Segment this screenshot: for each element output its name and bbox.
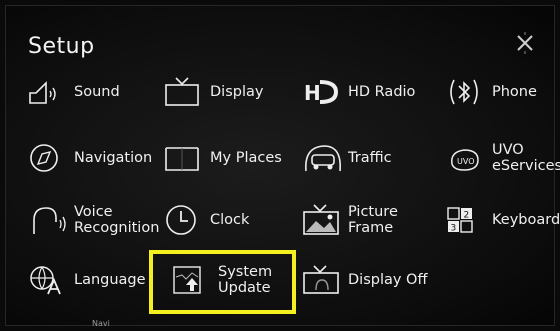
- close-button[interactable]: [514, 32, 536, 54]
- voice-head-icon: [28, 202, 74, 238]
- menu-item-display[interactable]: Display: [164, 68, 263, 116]
- svg-text:UVO: UVO: [457, 157, 474, 166]
- language-globe-icon: [28, 262, 74, 298]
- menu-item-phone[interactable]: Phone: [446, 68, 537, 116]
- page-title: Setup: [28, 34, 95, 59]
- speaker-icon: [28, 74, 74, 110]
- svg-text:2: 2: [464, 211, 470, 221]
- menu-item-system-update[interactable]: System Update: [172, 256, 272, 304]
- menu-item-uvo-eservices[interactable]: UVO UVO eServices: [446, 134, 560, 182]
- uvo-icon: UVO: [446, 140, 492, 176]
- display-off-icon: [302, 262, 348, 298]
- menu-item-voice-recognition[interactable]: Voice Recognition: [28, 196, 159, 244]
- picture-frame-icon: [302, 202, 348, 238]
- tv-icon: [164, 74, 210, 110]
- book-icon: [164, 140, 210, 176]
- clock-icon: [164, 202, 210, 238]
- menu-item-keyboard[interactable]: 2 3 Keyboard: [446, 196, 560, 244]
- menu-item-language[interactable]: Language: [28, 256, 146, 304]
- compass-icon: [28, 140, 74, 176]
- car-icon: [302, 140, 348, 176]
- system-update-icon: [172, 262, 218, 298]
- svg-text:H: H: [304, 81, 321, 105]
- svg-text:3: 3: [451, 224, 457, 234]
- keyboard-icon: 2 3: [446, 202, 492, 238]
- setup-screen: Setup Sound Display H HD Radio Phone Nav…: [5, 5, 560, 328]
- menu-item-navigation[interactable]: Navigation: [28, 134, 152, 182]
- hd-radio-icon: H: [302, 74, 348, 110]
- menu-item-sound[interactable]: Sound: [28, 68, 120, 116]
- menu-item-picture-frame[interactable]: Picture Frame: [302, 196, 398, 244]
- menu-item-my-places[interactable]: My Places: [164, 134, 282, 182]
- menu-item-traffic[interactable]: Traffic: [302, 134, 392, 182]
- navi-footer-label: Navi: [92, 319, 110, 328]
- menu-item-clock[interactable]: Clock: [164, 196, 249, 244]
- menu-item-hd-radio[interactable]: H HD Radio: [302, 68, 415, 116]
- menu-item-display-off[interactable]: Display Off: [302, 256, 427, 304]
- bluetooth-icon: [446, 74, 492, 110]
- close-icon: [517, 32, 533, 54]
